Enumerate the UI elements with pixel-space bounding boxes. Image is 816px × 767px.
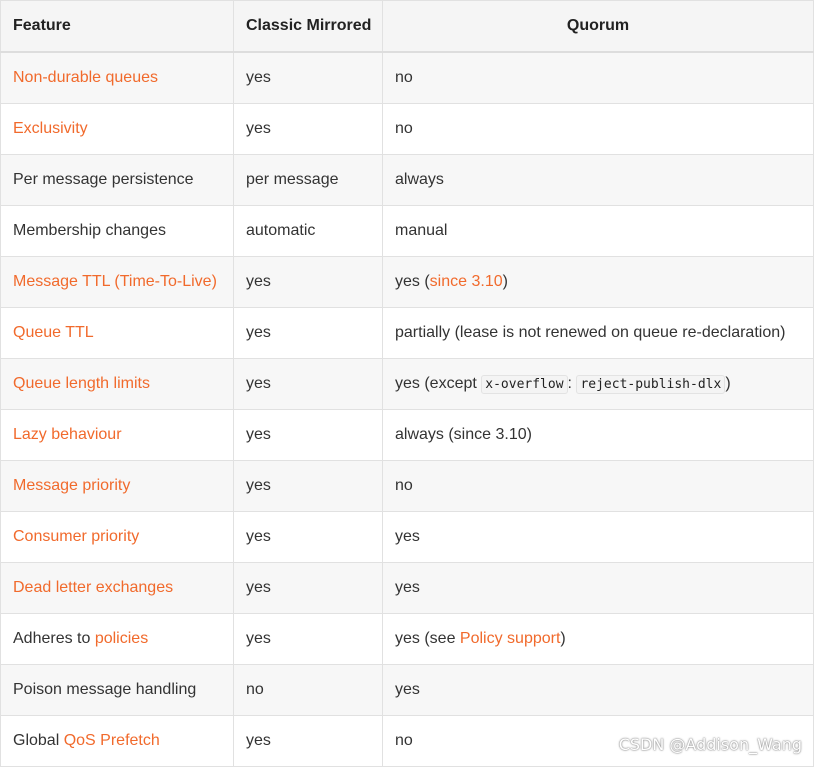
watermark: CSDN @Addison_Wang bbox=[618, 735, 802, 754]
code-x-overflow: x-overflow bbox=[481, 374, 568, 394]
table-row: Non-durable queues yes no bbox=[0, 51, 814, 104]
quorum-cell: yes (except x-overflow: reject-publish-d… bbox=[382, 357, 814, 410]
feature-cell: Queue length limits bbox=[0, 357, 234, 410]
feature-cell: Lazy behaviour bbox=[0, 408, 234, 461]
quorum-cell: always bbox=[382, 153, 814, 206]
classic-cell: yes bbox=[233, 255, 383, 308]
policy-support-link[interactable]: Policy support bbox=[460, 630, 561, 647]
feature-cell: Non-durable queues bbox=[0, 51, 234, 104]
classic-cell: no bbox=[233, 663, 383, 716]
feature-link[interactable]: Non-durable queues bbox=[13, 69, 158, 86]
feature-link[interactable]: Exclusivity bbox=[13, 120, 88, 137]
quorum-cell: yes bbox=[382, 561, 814, 614]
classic-cell: yes bbox=[233, 357, 383, 410]
table-row: Per message persistence per message alwa… bbox=[0, 153, 814, 206]
feature-text: Adheres to bbox=[13, 629, 95, 647]
policies-link[interactable]: policies bbox=[95, 630, 148, 647]
quorum-text-end: ) bbox=[725, 374, 731, 392]
feature-link[interactable]: Dead letter exchanges bbox=[13, 579, 173, 596]
header-feature: Feature bbox=[0, 0, 234, 53]
table-row: Membership changes automatic manual bbox=[0, 204, 814, 257]
table-row: Queue length limits yes yes (except x-ov… bbox=[0, 357, 814, 410]
qos-prefetch-link[interactable]: QoS Prefetch bbox=[64, 732, 160, 749]
code-reject-publish-dlx: reject-publish-dlx bbox=[576, 374, 726, 394]
feature-cell: Message priority bbox=[0, 459, 234, 512]
quorum-text-end: ) bbox=[502, 272, 508, 290]
feature-comparison-table: Feature Classic Mirrored Quorum Non-dura… bbox=[0, 0, 814, 767]
classic-cell: yes bbox=[233, 459, 383, 512]
feature-cell: Adheres to policies bbox=[0, 612, 234, 665]
table-row: Adheres to policies yes yes (see Policy … bbox=[0, 612, 814, 665]
classic-cell: yes bbox=[233, 714, 383, 767]
classic-cell: yes bbox=[233, 306, 383, 359]
feature-text: Global bbox=[13, 731, 64, 749]
classic-cell: yes bbox=[233, 51, 383, 104]
table-row: Message priority yes no bbox=[0, 459, 814, 512]
header-row: Feature Classic Mirrored Quorum bbox=[0, 0, 814, 53]
feature-cell: Message TTL (Time-To-Live) bbox=[0, 255, 234, 308]
since-link[interactable]: since 3.10 bbox=[430, 273, 503, 290]
feature-cell: Queue TTL bbox=[0, 306, 234, 359]
feature-link[interactable]: Queue TTL bbox=[13, 324, 94, 341]
classic-cell: yes bbox=[233, 510, 383, 563]
feature-cell: Membership changes bbox=[0, 204, 234, 257]
feature-cell: Consumer priority bbox=[0, 510, 234, 563]
feature-cell: Poison message handling bbox=[0, 663, 234, 716]
feature-cell: Global QoS Prefetch bbox=[0, 714, 234, 767]
table-row: Exclusivity yes no bbox=[0, 102, 814, 155]
feature-link[interactable]: Consumer priority bbox=[13, 528, 139, 545]
quorum-text: yes (see bbox=[395, 629, 460, 647]
quorum-cell: yes bbox=[382, 510, 814, 563]
quorum-cell: yes (see Policy support) bbox=[382, 612, 814, 665]
feature-link[interactable]: Lazy behaviour bbox=[13, 426, 122, 443]
quorum-cell: yes bbox=[382, 663, 814, 716]
quorum-cell: always (since 3.10) bbox=[382, 408, 814, 461]
quorum-cell: partially (lease is not renewed on queue… bbox=[382, 306, 814, 359]
classic-cell: automatic bbox=[233, 204, 383, 257]
feature-link[interactable]: Queue length limits bbox=[13, 375, 150, 392]
classic-cell: yes bbox=[233, 561, 383, 614]
table-header: Feature Classic Mirrored Quorum bbox=[0, 0, 814, 53]
header-quorum: Quorum bbox=[382, 0, 814, 53]
table-row: Lazy behaviour yes always (since 3.10) bbox=[0, 408, 814, 461]
header-classic-mirrored: Classic Mirrored bbox=[233, 0, 383, 53]
quorum-cell: manual bbox=[382, 204, 814, 257]
classic-cell: yes bbox=[233, 612, 383, 665]
table-row: Poison message handling no yes bbox=[0, 663, 814, 716]
feature-link[interactable]: Message priority bbox=[13, 477, 130, 494]
quorum-text: yes (except bbox=[395, 374, 482, 392]
quorum-cell: no bbox=[382, 102, 814, 155]
classic-cell: yes bbox=[233, 102, 383, 155]
table-row: Queue TTL yes partially (lease is not re… bbox=[0, 306, 814, 359]
feature-cell: Per message persistence bbox=[0, 153, 234, 206]
table-row: Dead letter exchanges yes yes bbox=[0, 561, 814, 614]
quorum-text: yes ( bbox=[395, 272, 430, 290]
classic-cell: yes bbox=[233, 408, 383, 461]
classic-cell: per message bbox=[233, 153, 383, 206]
table-body: Non-durable queues yes no Exclusivity ye… bbox=[0, 51, 814, 767]
feature-cell: Dead letter exchanges bbox=[0, 561, 234, 614]
table-row: Message TTL (Time-To-Live) yes yes (sinc… bbox=[0, 255, 814, 308]
quorum-text-end: ) bbox=[560, 629, 566, 647]
quorum-cell: no bbox=[382, 51, 814, 104]
quorum-cell: yes (since 3.10) bbox=[382, 255, 814, 308]
feature-cell: Exclusivity bbox=[0, 102, 234, 155]
feature-link[interactable]: Message TTL (Time-To-Live) bbox=[13, 273, 217, 290]
quorum-cell: no bbox=[382, 459, 814, 512]
table-row: Consumer priority yes yes bbox=[0, 510, 814, 563]
